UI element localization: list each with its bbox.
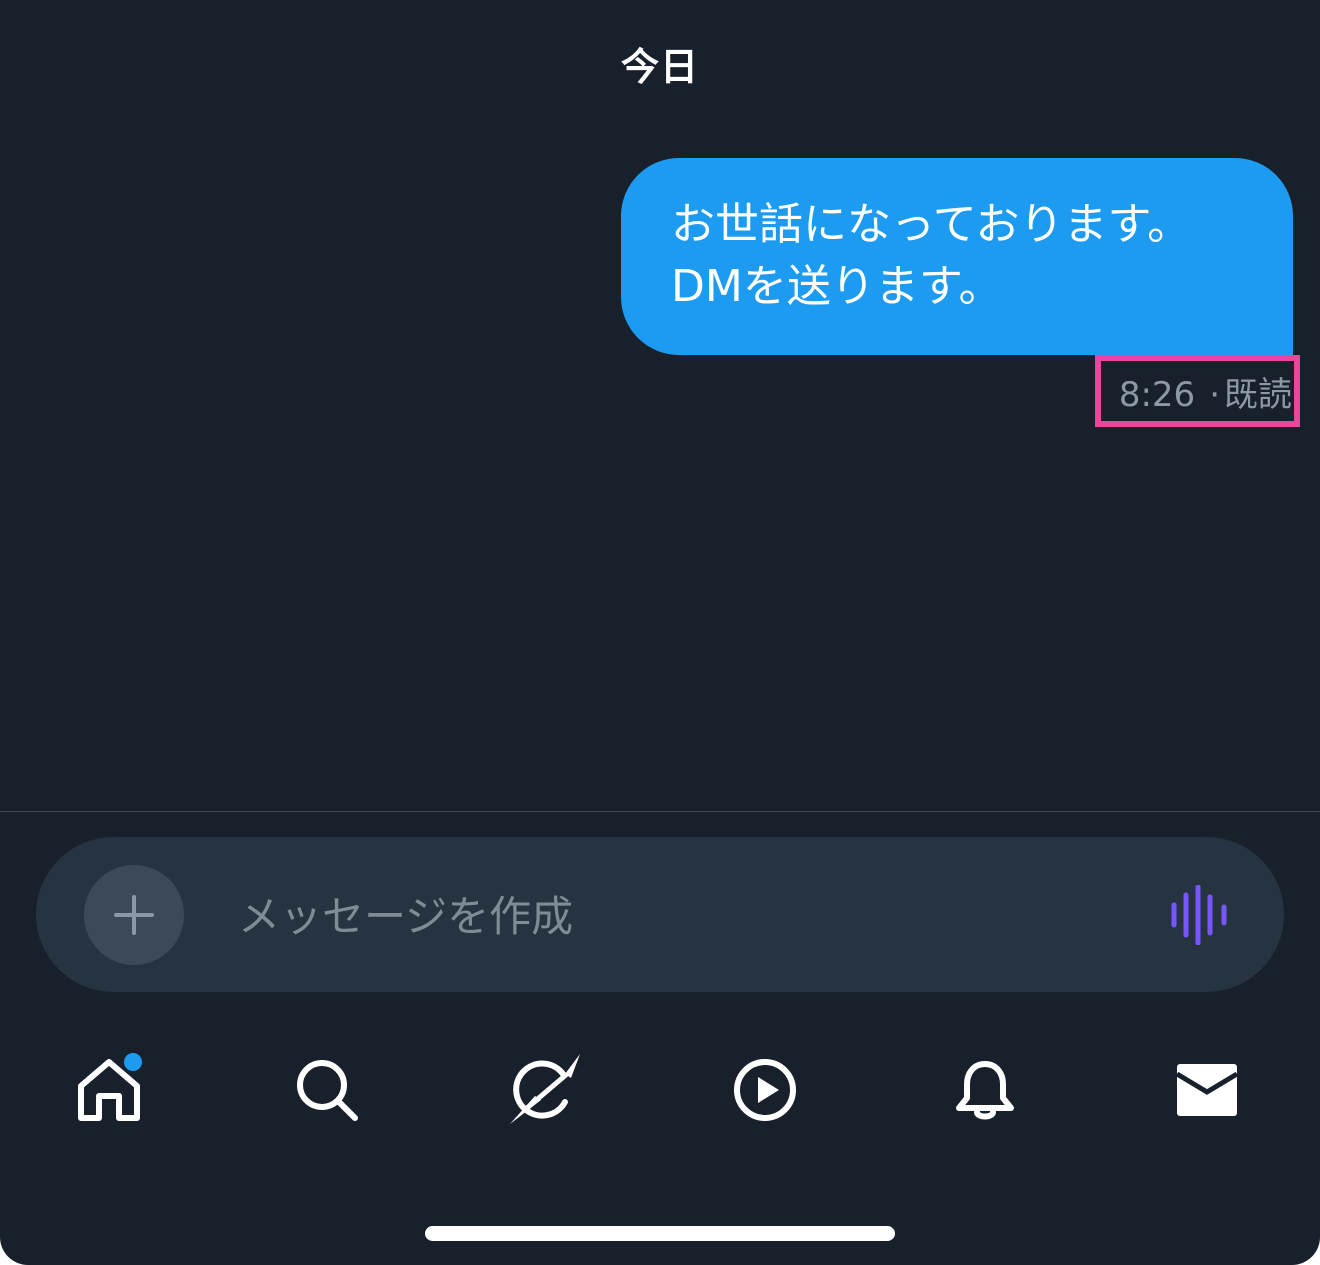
message-time: 8:26 (1118, 375, 1196, 415)
message-line: お世話になっております。 (671, 199, 1192, 250)
dm-screen: 今日 お世話になっております。 DMを送ります。 8:26 · 既読 (0, 0, 1320, 1265)
meta-separator: · (1209, 375, 1220, 415)
tab-home[interactable] (69, 1050, 149, 1130)
plus-icon (114, 895, 154, 935)
voice-message-button[interactable] (1168, 884, 1232, 946)
mail-icon (1175, 1064, 1239, 1116)
voice-waveform-icon (1171, 884, 1227, 946)
add-media-button[interactable] (84, 865, 184, 965)
home-icon (78, 1053, 142, 1121)
message-input[interactable] (236, 877, 1120, 955)
notification-dot (124, 1053, 142, 1071)
tab-video[interactable] (725, 1050, 805, 1130)
date-separator: 今日 (620, 45, 699, 89)
message-line: DMを送ります。 (671, 261, 1003, 312)
play-icon (734, 1059, 796, 1121)
tab-messages[interactable] (1167, 1050, 1247, 1130)
read-status: 既読 (1224, 375, 1292, 415)
message-bubble[interactable]: お世話になっております。 DMを送ります。 (621, 158, 1293, 355)
home-indicator (425, 1226, 895, 1241)
bell-icon (956, 1061, 1014, 1120)
grok-icon (510, 1054, 580, 1124)
tab-grok[interactable] (505, 1050, 585, 1130)
message-composer (36, 837, 1284, 992)
tab-search[interactable] (287, 1050, 367, 1130)
search-icon (297, 1060, 358, 1121)
tab-notifications[interactable] (945, 1050, 1025, 1130)
composer-divider (0, 811, 1320, 812)
message-meta: 8:26 · 既読 (1119, 367, 1292, 416)
